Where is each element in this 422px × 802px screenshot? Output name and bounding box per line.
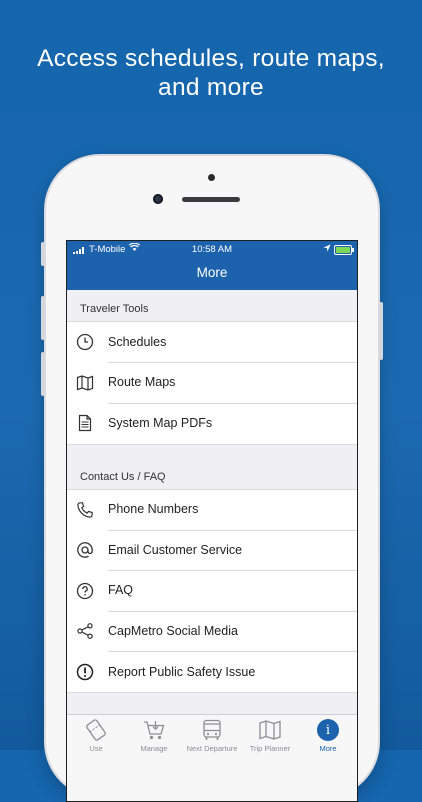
tab-label: Manage (140, 744, 168, 753)
menu-item-schedules[interactable]: Schedules (67, 322, 357, 363)
question-icon (76, 582, 94, 600)
map-icon (257, 718, 283, 742)
tab-label: Trip Planner (249, 744, 291, 753)
tab-manage[interactable]: Manage (125, 718, 183, 753)
battery-icon (334, 245, 354, 255)
menu-item-label: Phone Numbers (108, 489, 357, 531)
menu-item-faq[interactable]: FAQ (67, 571, 357, 612)
earpiece-speaker (182, 197, 240, 202)
headline-line-1: Access schedules, route maps, (37, 45, 385, 72)
section-header-contact-us-faq: Contact Us / FAQ (80, 470, 166, 483)
contact-us-group: Phone Numbers Email Customer Service FAQ (67, 488, 357, 693)
phone-icon (76, 501, 94, 519)
tab-label: Use (89, 744, 103, 753)
bus-icon (199, 718, 225, 742)
menu-item-social-media[interactable]: CapMetro Social Media (67, 611, 357, 652)
cart-icon (141, 718, 167, 742)
exclamation-icon (76, 663, 94, 681)
mute-switch (41, 242, 45, 266)
location-arrow-icon (323, 244, 331, 254)
tab-next-departure[interactable]: Next Departure (183, 718, 241, 753)
tab-more[interactable]: i More (299, 718, 357, 753)
menu-item-label: Email Customer Service (108, 530, 357, 571)
menu-item-system-map-pdfs[interactable]: System Map PDFs (67, 403, 357, 444)
ticket-icon (83, 718, 109, 742)
menu-item-label: Schedules (108, 322, 357, 363)
menu-item-label: CapMetro Social Media (108, 611, 357, 652)
navigation-bar: T-Mobile 10:58 AM More (67, 241, 357, 290)
menu-item-label: Report Public Safety Issue (108, 664, 256, 679)
menu-item-phone-numbers[interactable]: Phone Numbers (67, 490, 357, 531)
document-icon (76, 414, 94, 432)
page-title: More (196, 265, 228, 280)
menu-item-label: Route Maps (108, 362, 357, 404)
front-camera (153, 194, 163, 204)
volume-down-button (41, 352, 45, 396)
menu-item-label: System Map PDFs (108, 416, 213, 430)
proximity-sensor (208, 174, 215, 181)
section-header-traveler-tools: Traveler Tools (80, 303, 149, 315)
menu-item-label: FAQ (108, 570, 357, 612)
headline-line-2: and more (158, 74, 264, 101)
phone-screen: T-Mobile 10:58 AM More Traveler Tools Sc… (66, 240, 358, 802)
at-sign-icon (76, 541, 94, 559)
map-icon (76, 374, 94, 392)
tab-label: More (319, 744, 337, 753)
status-time: 10:58 AM (191, 244, 233, 255)
tab-trip-planner[interactable]: Trip Planner (241, 718, 299, 753)
volume-up-button (41, 296, 45, 340)
traveler-tools-group: Schedules Route Maps System Map PDFs (67, 321, 357, 445)
share-icon (76, 622, 94, 640)
more-menu-list: Traveler Tools Schedules Route Maps Syst… (67, 290, 357, 716)
menu-item-route-maps[interactable]: Route Maps (67, 363, 357, 404)
tab-bar: Use Manage Next Departure Trip Planner i… (67, 714, 357, 801)
tab-label: Next Departure (186, 744, 238, 753)
power-button (379, 302, 383, 360)
headline: Access schedules, route maps, and more (0, 44, 422, 102)
phone-frame: T-Mobile 10:58 AM More Traveler Tools Sc… (41, 156, 383, 802)
tab-use[interactable]: Use (67, 718, 125, 753)
menu-item-report-safety-issue[interactable]: Report Public Safety Issue (67, 652, 357, 693)
status-bar: T-Mobile 10:58 AM (67, 242, 357, 257)
clock-icon (76, 333, 94, 351)
info-icon: i (315, 718, 341, 742)
menu-item-email-customer-service[interactable]: Email Customer Service (67, 530, 357, 571)
